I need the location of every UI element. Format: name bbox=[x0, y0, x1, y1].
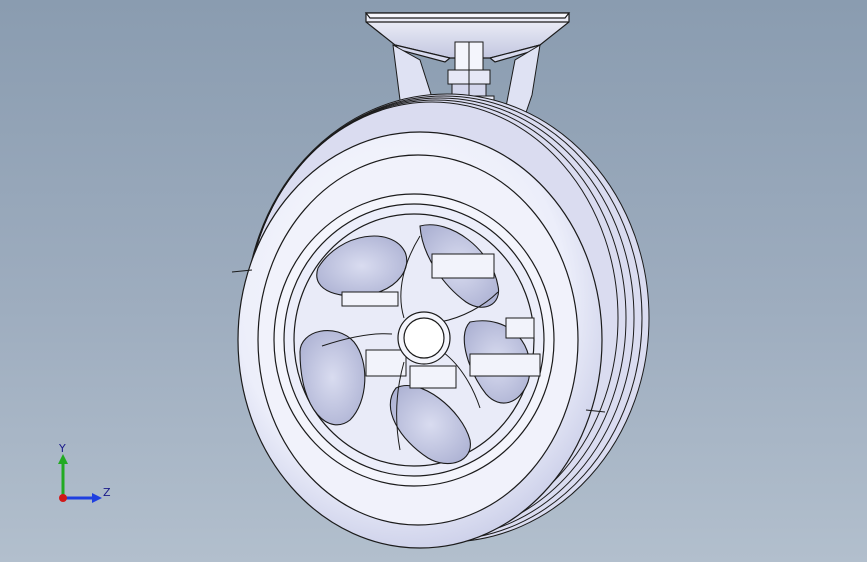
z-axis-arrow bbox=[92, 493, 102, 503]
x-axis-dot bbox=[59, 494, 67, 502]
z-axis-label: Z bbox=[103, 486, 111, 499]
y-axis-arrow bbox=[58, 454, 68, 464]
caster-wheel-model[interactable] bbox=[0, 0, 867, 562]
graphics-viewport[interactable]: Y Z bbox=[0, 0, 867, 562]
y-axis-label: Y bbox=[59, 442, 66, 455]
wheel-hub bbox=[397, 311, 451, 365]
